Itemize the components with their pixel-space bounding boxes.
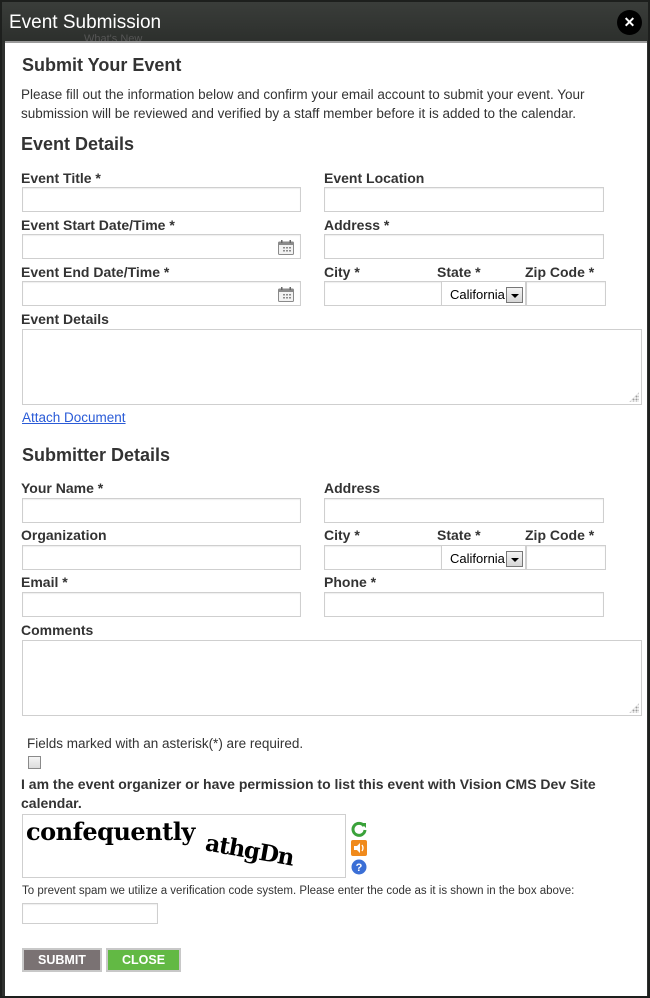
permission-checkbox[interactable] (28, 756, 41, 769)
organization-input[interactable] (22, 545, 301, 570)
event-location-label: Event Location (324, 170, 425, 186)
resize-handle[interactable] (629, 703, 639, 713)
event-start-label: Event Start Date/Time * (21, 217, 175, 233)
chevron-down-icon[interactable] (506, 551, 523, 567)
chevron-down-icon[interactable] (506, 287, 523, 303)
page-title: Submit Your Event (22, 55, 182, 75)
submitter-state-select[interactable]: California (441, 545, 526, 570)
captcha-word-1: confequently (26, 817, 195, 846)
event-address-label: Address * (324, 217, 390, 233)
email-input[interactable] (22, 592, 301, 617)
submit-button[interactable]: SUBMIT (22, 948, 102, 972)
event-zip-label: Zip Code * (525, 264, 595, 280)
comments-label: Comments (21, 622, 94, 638)
event-state-label: State * (437, 264, 481, 280)
submitter-zip-input[interactable] (526, 545, 606, 570)
captcha-image: confequently athgDn (22, 814, 346, 878)
phone-input[interactable] (324, 592, 604, 617)
submitter-state-label: State * (437, 527, 481, 543)
calendar-icon[interactable] (278, 287, 294, 302)
event-end-label: Event End Date/Time * (21, 264, 170, 280)
event-city-input[interactable] (324, 281, 442, 306)
refresh-icon[interactable] (351, 821, 367, 837)
event-submission-modal: What's New Event Submission ✕ Submit You… (0, 0, 650, 998)
attach-document-link[interactable]: Attach Document (22, 410, 126, 425)
intro-text: Please fill out the information below an… (21, 87, 585, 121)
captcha-input[interactable] (22, 903, 158, 924)
modal-content: Submit Your Event Please fill out the in… (5, 41, 647, 996)
event-details-label: Event Details (21, 311, 109, 327)
event-location-input[interactable] (324, 187, 604, 212)
submitter-details-heading: Submitter Details (22, 445, 171, 465)
event-state-value: California (450, 287, 505, 302)
event-end-input[interactable] (22, 281, 301, 306)
submitter-address-label: Address (324, 480, 381, 496)
svg-text:?: ? (356, 862, 363, 874)
event-address-input[interactable] (324, 234, 604, 259)
email-label: Email * (21, 574, 68, 590)
submitter-city-label: City * (324, 527, 360, 543)
help-icon[interactable]: ? (351, 859, 367, 875)
captcha-word-2: athgDn (203, 829, 296, 872)
phone-label: Phone * (324, 574, 377, 590)
event-title-label: Event Title * (21, 170, 101, 186)
permission-text: I am the event organizer or have permiss… (21, 776, 596, 811)
required-fields-note: Fields marked with an asterisk(*) are re… (27, 736, 304, 751)
close-button[interactable]: CLOSE (106, 948, 181, 972)
event-state-select[interactable]: California (441, 281, 526, 306)
event-zip-input[interactable] (526, 281, 606, 306)
modal-title: Event Submission (9, 12, 162, 33)
captcha-instructions: To prevent spam we utilize a verificatio… (22, 885, 575, 897)
submitter-address-input[interactable] (324, 498, 604, 523)
event-start-input[interactable] (22, 234, 301, 259)
submitter-zip-label: Zip Code * (525, 527, 595, 543)
submitter-city-input[interactable] (324, 545, 442, 570)
event-details-heading: Event Details (21, 134, 135, 154)
modal-titlebar: What's New Event Submission ✕ (2, 2, 648, 45)
organization-label: Organization (21, 527, 107, 543)
your-name-label: Your Name * (21, 480, 104, 496)
event-city-label: City * (324, 264, 360, 280)
resize-handle[interactable] (629, 392, 639, 402)
close-icon[interactable]: ✕ (617, 10, 642, 35)
comments-textarea[interactable] (22, 640, 642, 716)
event-title-input[interactable] (22, 187, 301, 212)
audio-icon[interactable] (351, 840, 367, 856)
submitter-state-value: California (450, 551, 505, 566)
event-details-textarea[interactable] (22, 329, 642, 405)
your-name-input[interactable] (22, 498, 301, 523)
calendar-icon[interactable] (278, 240, 294, 255)
